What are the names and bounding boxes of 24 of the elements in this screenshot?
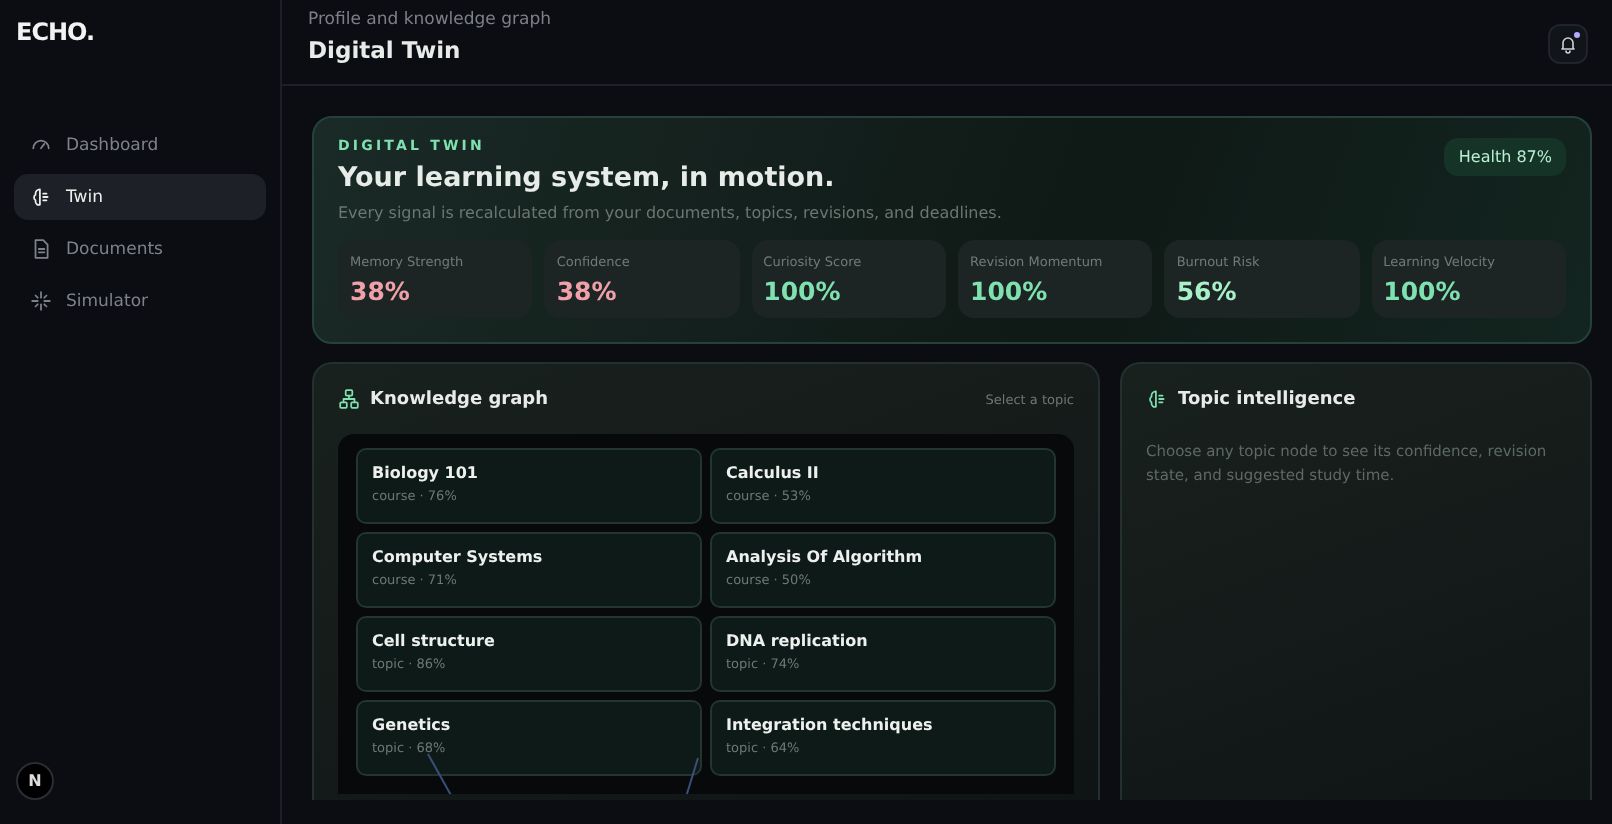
avatar[interactable]: N xyxy=(16,762,54,800)
panel-title: Knowledge graph xyxy=(370,389,548,409)
metric-value: 100% xyxy=(763,276,843,306)
notification-button[interactable] xyxy=(1548,24,1588,64)
nav-item[interactable]: Dashboard xyxy=(14,122,266,168)
metric-value: 38% xyxy=(350,276,412,306)
panel-title: Topic intelligence xyxy=(1178,389,1356,409)
document-icon xyxy=(30,238,52,260)
nav-item[interactable]: Twin xyxy=(14,174,266,220)
nav-item[interactable]: Documents xyxy=(14,226,266,272)
sparkle-icon xyxy=(30,290,52,312)
nav-item[interactable]: Simulator xyxy=(14,278,266,324)
logo: ECHO. xyxy=(16,18,97,46)
bell-icon xyxy=(1558,34,1578,54)
metric-value: 38% xyxy=(556,276,619,306)
page-title: Digital Twin xyxy=(308,36,463,64)
network-icon xyxy=(338,388,360,410)
metric-value: 100% xyxy=(1383,276,1463,306)
hero-description: Every signal is recalculated from your documents, topics, revisions, and deadlines. xyxy=(338,204,1002,222)
hero-title: Your learning system, in motion. xyxy=(338,162,837,194)
page-subtitle: Profile and knowledge graph xyxy=(308,10,551,30)
metric-value: 100% xyxy=(970,276,1050,306)
metric-value: 56% xyxy=(1176,276,1239,306)
health-badge: Health 87% xyxy=(1444,138,1566,176)
